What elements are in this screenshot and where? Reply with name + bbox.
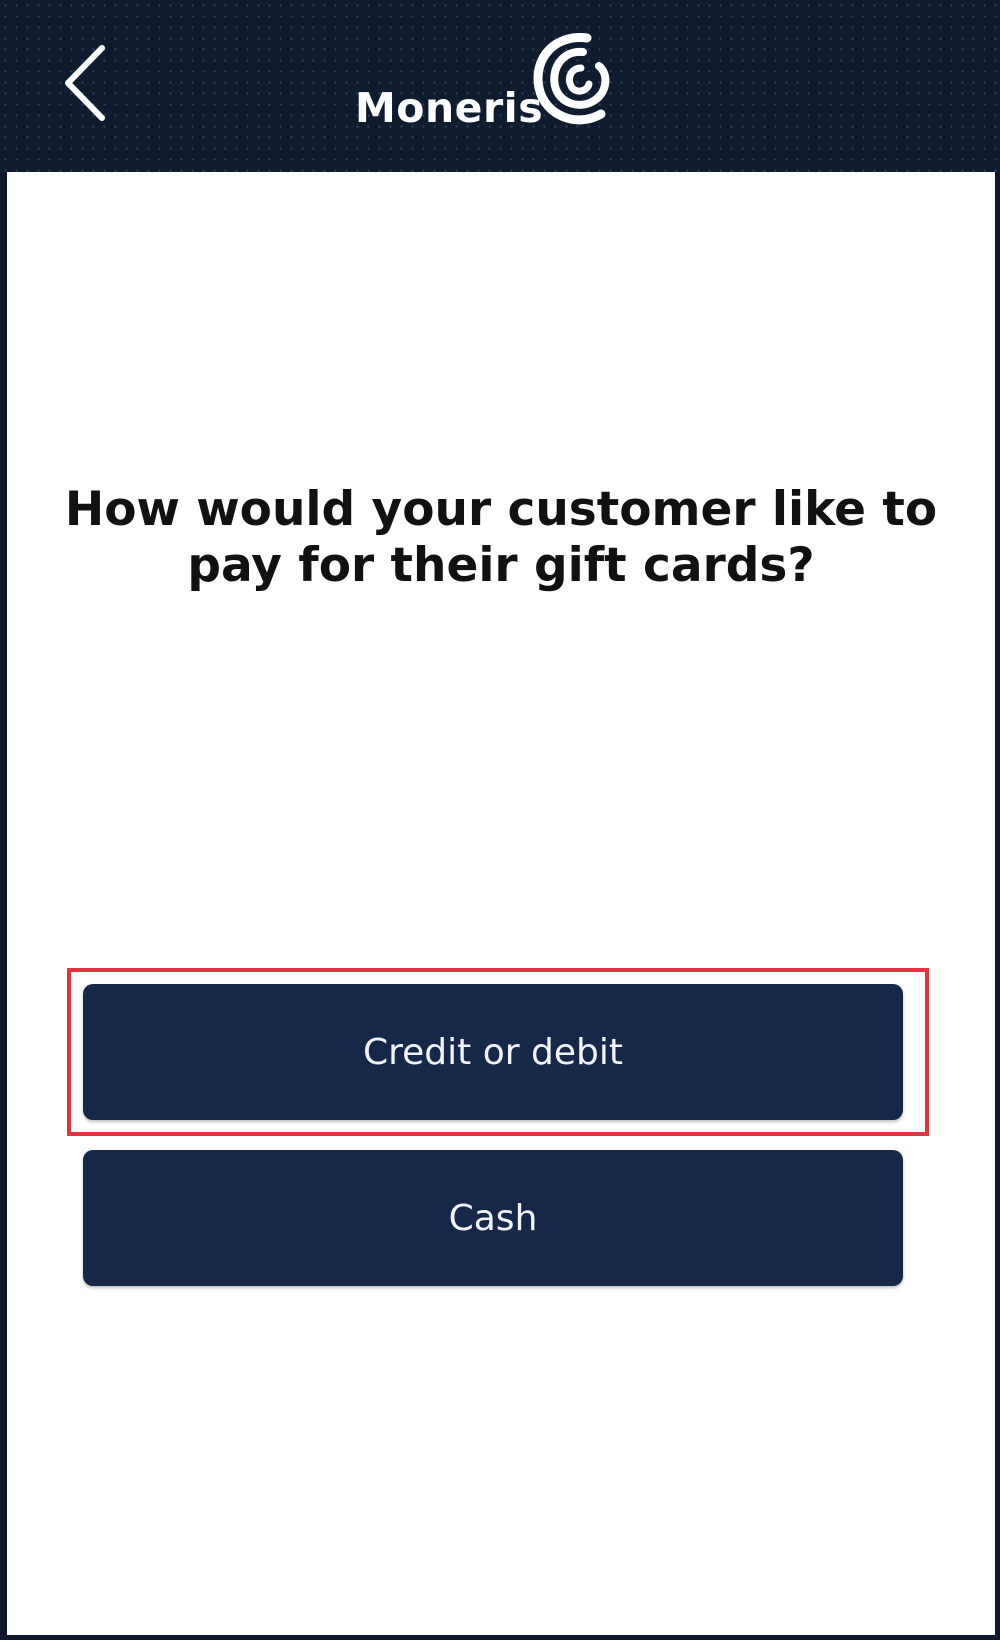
cash-label: Cash [448,1197,538,1239]
moneris-logo: Moneris [355,30,655,140]
app-window: Moneris How would your customer like to … [0,0,1000,1640]
back-button[interactable] [50,38,120,128]
credit-or-debit-label: Credit or debit [363,1031,623,1073]
top-bar: Moneris [0,0,1000,172]
chevron-left-icon [65,45,105,121]
cash-button[interactable]: Cash [83,1150,903,1286]
moneris-swirl-icon [533,33,610,125]
page-question: How would your customer like to pay for … [64,482,938,593]
main-panel: How would your customer like to pay for … [7,172,995,1635]
logo-text: Moneris [355,84,544,132]
credit-or-debit-button[interactable]: Credit or debit [83,984,903,1120]
